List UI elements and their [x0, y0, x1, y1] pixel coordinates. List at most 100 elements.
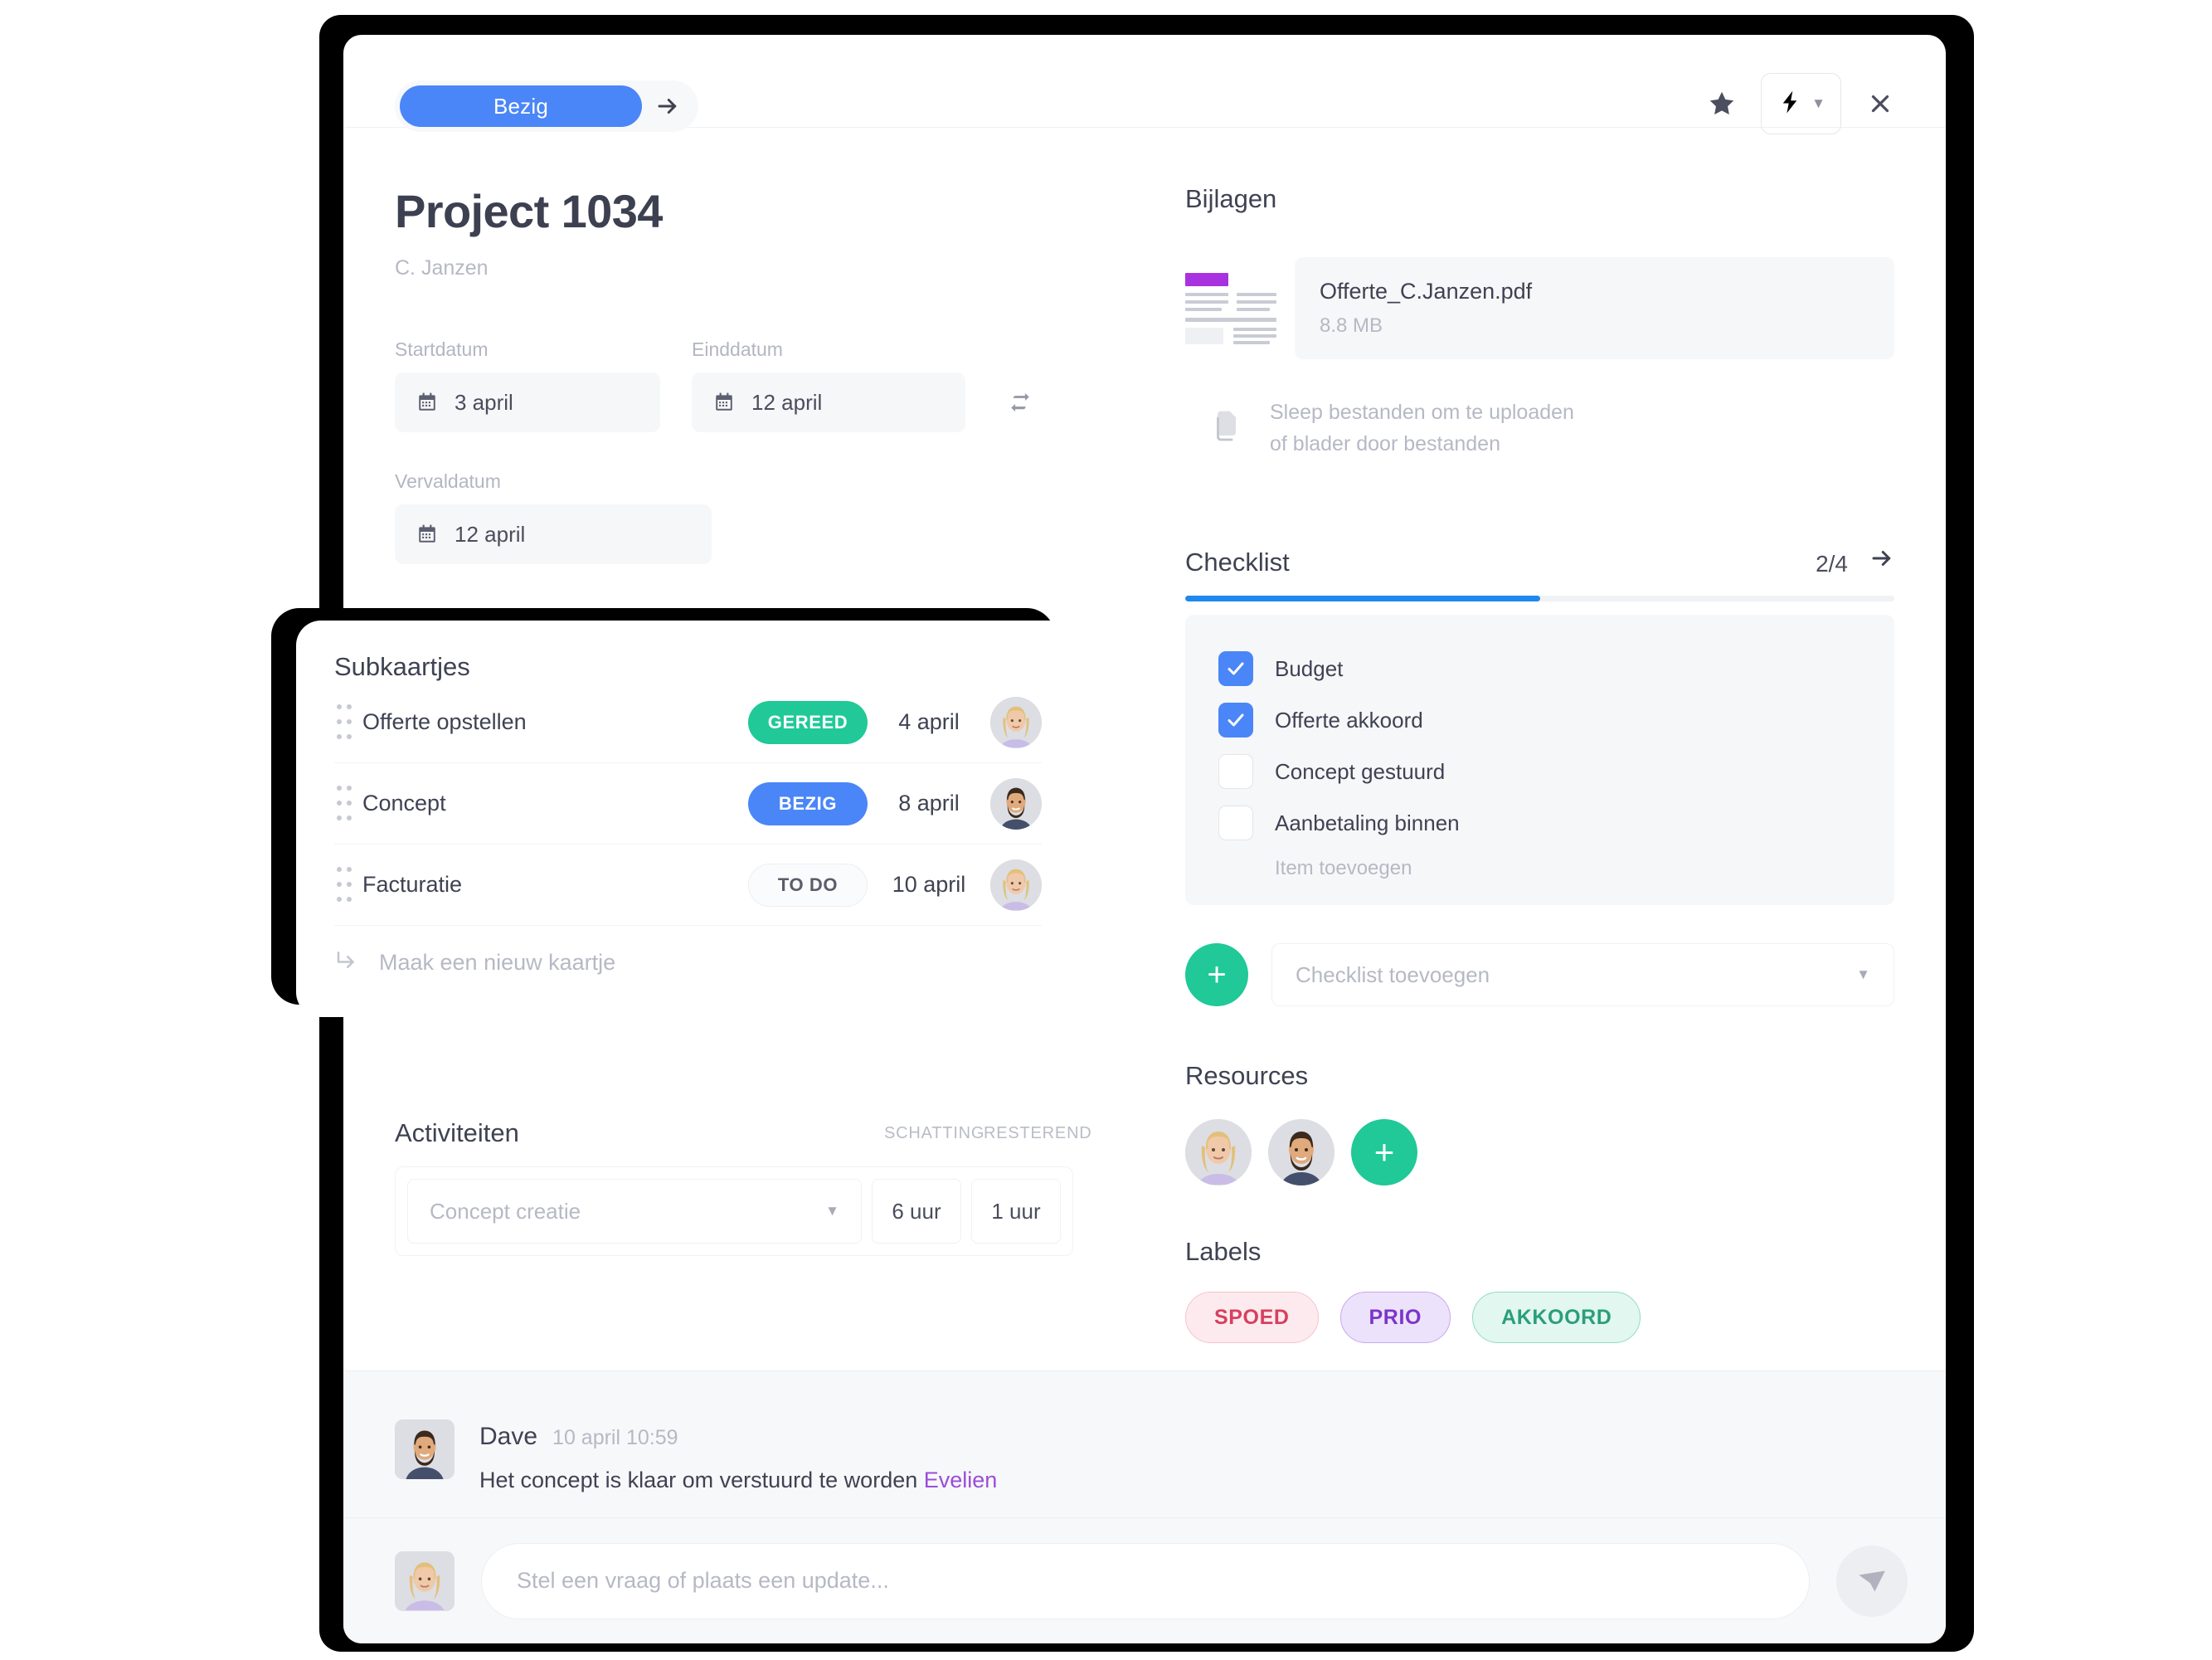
lightning-bolt-icon — [1777, 89, 1803, 119]
comment-mention[interactable]: Evelien — [924, 1468, 998, 1492]
comment-author: Dave — [479, 1423, 538, 1450]
checklist-item-label: Offerte akkoord — [1275, 707, 1423, 733]
subcard-status-pill[interactable]: GEREED — [748, 700, 868, 744]
checklist-template-select[interactable]: Checklist toevoegen ▼ — [1271, 943, 1894, 1006]
end-date-label: Einddatum — [692, 338, 783, 360]
avatar[interactable] — [1185, 1119, 1252, 1185]
subcards-title: Subkaartjes — [334, 652, 470, 681]
activities-header: Activiteiten SCHATTING RESTEREND — [395, 1118, 1092, 1148]
add-checklist-button[interactable]: + — [1185, 943, 1248, 1006]
table-row[interactable]: Concept BEZIG 8 april — [334, 763, 1042, 845]
quick-actions-dropdown[interactable]: ▼ — [1761, 73, 1841, 134]
page-title: Project 1034 — [395, 185, 663, 237]
subcard-status-pill[interactable]: TO DO — [748, 863, 868, 907]
attachment-filename: Offerte_C.Janzen.pdf — [1320, 279, 1533, 304]
table-row[interactable]: Facturatie TO DO 10 april — [334, 845, 1042, 926]
activities-title: Activiteiten — [395, 1118, 519, 1147]
avatar[interactable] — [1268, 1119, 1334, 1185]
drag-handle-icon[interactable] — [334, 863, 362, 908]
subcards-panel: Subkaartjes Offerte opstellen GEREED 4 a… — [296, 621, 1080, 1017]
attachment-card[interactable]: Offerte_C.Janzen.pdf 8.8 MB — [1295, 257, 1894, 359]
dropzone-line-1: Sleep bestanden om te uploaden — [1270, 401, 1574, 424]
activity-estimate-input[interactable]: 6 uur — [872, 1179, 961, 1244]
label-chip-akkoord[interactable]: AKKOORD — [1472, 1292, 1641, 1343]
comment-header: Dave 10 april 10:59 — [479, 1423, 997, 1451]
comment-item: Dave 10 april 10:59 Het concept is klaar… — [343, 1371, 1946, 1493]
create-new-subcard-label: Maak een nieuw kaartje — [379, 949, 616, 975]
dropzone-text: Sleep bestanden om te uploaden of blader… — [1270, 397, 1574, 460]
label-chip-spoed[interactable]: SPOED — [1185, 1292, 1319, 1343]
checklist-title: Checklist — [1185, 548, 1290, 577]
due-date-value: 12 april — [455, 521, 526, 547]
calendar-icon — [416, 392, 438, 413]
calendar-icon — [713, 392, 735, 413]
avatar[interactable] — [990, 777, 1042, 830]
comment-input[interactable]: Stel een vraag of plaats een update... — [481, 1542, 1810, 1619]
status-control-group: Bezig — [395, 80, 698, 132]
star-icon[interactable] — [1698, 80, 1746, 128]
labels-title: Labels — [1185, 1237, 1262, 1266]
resources-list: + — [1185, 1119, 1894, 1185]
comment-composer: Stel een vraag of plaats een update... — [343, 1517, 1946, 1643]
table-row[interactable]: Offerte opstellen GEREED 4 april — [334, 682, 1042, 763]
activity-row: Concept creatie ▼ 6 uur 1 uur — [395, 1166, 1073, 1256]
checkbox-unchecked-icon[interactable] — [1218, 754, 1253, 789]
arrow-turn-down-right-icon — [334, 947, 359, 978]
checkbox-checked-icon[interactable] — [1218, 651, 1253, 686]
subcard-date: 4 april — [898, 709, 960, 734]
drag-handle-icon[interactable] — [334, 700, 362, 745]
checklist-items: Budget Offerte akkoord Concept gestuurd — [1185, 615, 1894, 905]
checklist-template-placeholder: Checklist toevoegen — [1296, 961, 1490, 987]
avatar[interactable] — [990, 859, 1042, 911]
comment-body: Dave 10 april 10:59 Het concept is klaar… — [479, 1419, 997, 1493]
subcard-name: Offerte opstellen — [362, 709, 527, 734]
column-remaining-label: RESTEREND — [984, 1124, 1092, 1142]
subcard-status-pill[interactable]: BEZIG — [748, 781, 868, 825]
due-date-field: Vervaldatum 12 april — [395, 470, 712, 564]
resources-title: Resources — [1185, 1061, 1309, 1090]
activity-type-select[interactable]: Concept creatie ▼ — [407, 1179, 862, 1244]
send-icon[interactable] — [1836, 1545, 1908, 1617]
labels-list: SPOED PRIO AKKOORD — [1185, 1292, 1894, 1343]
checkbox-unchecked-icon[interactable] — [1218, 806, 1253, 840]
start-date-input[interactable]: 3 april — [395, 372, 660, 432]
comment-text: Het concept is klaar om verstuurd te wor… — [479, 1468, 997, 1493]
checklist-progress-fill — [1185, 596, 1540, 601]
subcard-name: Concept — [362, 791, 446, 815]
file-dropzone[interactable]: Sleep bestanden om te uploaden of blader… — [1185, 397, 1894, 460]
close-icon[interactable] — [1856, 80, 1904, 128]
activity-type-value: Concept creatie — [430, 1198, 581, 1224]
checklist-item[interactable]: Concept gestuurd — [1218, 746, 1861, 797]
end-date-value: 12 april — [751, 389, 823, 415]
checklist-item[interactable]: Budget — [1218, 643, 1861, 694]
pdf-thumbnail-icon — [1185, 272, 1276, 344]
end-date-input[interactable]: 12 april — [692, 372, 965, 432]
comments-section: Dave 10 april 10:59 Het concept is klaar… — [343, 1370, 1946, 1643]
end-date-field: Einddatum 12 april — [692, 338, 965, 432]
drag-handle-icon[interactable] — [334, 781, 362, 826]
swap-arrows-icon[interactable] — [997, 372, 1043, 432]
status-pill-bezig[interactable]: Bezig — [400, 85, 642, 127]
due-date-input[interactable]: 12 april — [395, 504, 712, 564]
chevron-down-icon: ▼ — [1856, 966, 1870, 982]
add-checklist-item-button[interactable]: Item toevoegen — [1218, 857, 1861, 880]
checkbox-checked-icon[interactable] — [1218, 703, 1253, 738]
due-date-label: Vervaldatum — [395, 470, 501, 492]
documents-icon — [1208, 408, 1245, 449]
comment-timestamp: 10 april 10:59 — [552, 1426, 678, 1449]
label-chip-prio[interactable]: PRIO — [1339, 1292, 1451, 1343]
create-new-subcard-button[interactable]: Maak een nieuw kaartje — [334, 926, 1042, 999]
avatar[interactable] — [990, 696, 1042, 748]
subcard-date: 10 april — [892, 872, 966, 897]
start-date-field: Startdatum 3 april — [395, 338, 660, 432]
next-status-arrow-icon[interactable] — [642, 85, 693, 127]
add-resource-button[interactable]: + — [1351, 1119, 1417, 1185]
right-column: Bijlagen Offerte_C.Janzen.pdf 8.8 MB Sle… — [1185, 128, 1946, 1370]
activity-remaining-input[interactable]: 1 uur — [971, 1179, 1061, 1244]
checklist-next-arrow-icon[interactable] — [1869, 546, 1894, 577]
checklist-item[interactable]: Offerte akkoord — [1218, 694, 1861, 746]
avatar — [395, 1550, 455, 1611]
attachment-item: Offerte_C.Janzen.pdf 8.8 MB — [1185, 257, 1894, 359]
checklist-item[interactable]: Aanbetaling binnen — [1218, 797, 1861, 849]
dates-row: Startdatum 3 april Einddatum 12 april — [395, 338, 1185, 432]
